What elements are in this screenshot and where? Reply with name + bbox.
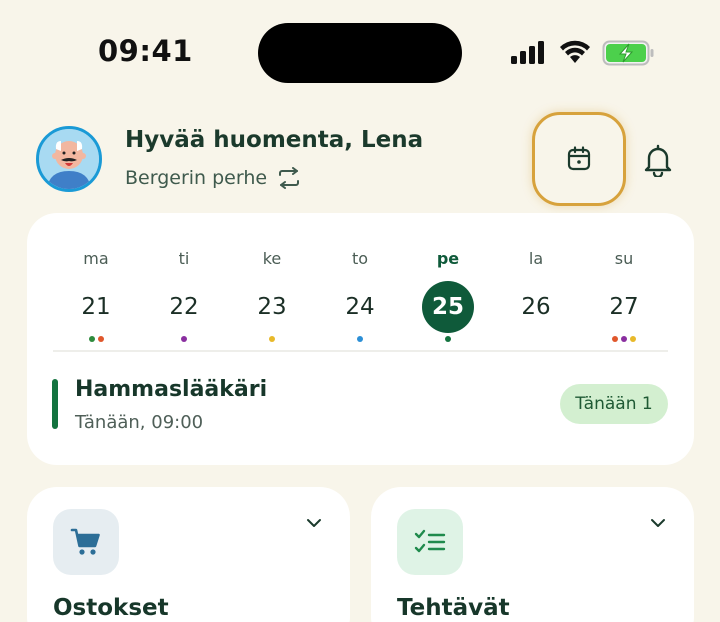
tasks-icon-box bbox=[397, 509, 463, 575]
event-dot bbox=[269, 336, 275, 342]
event-dots bbox=[242, 336, 302, 343]
day-name: pe bbox=[436, 249, 460, 268]
event-dot bbox=[357, 336, 363, 342]
event-dot bbox=[630, 336, 636, 342]
avatar[interactable] bbox=[36, 126, 102, 192]
bell-icon bbox=[644, 144, 672, 177]
checklist-icon bbox=[414, 529, 446, 553]
day-number: 23 bbox=[257, 294, 287, 320]
day-name: ma bbox=[83, 249, 109, 268]
family-name: Bergerin perhe bbox=[125, 167, 268, 189]
event-dot bbox=[445, 336, 451, 342]
greeting-title: Hyvää huomenta, Lena bbox=[125, 127, 424, 153]
day-name: ke bbox=[262, 249, 282, 268]
wifi-icon bbox=[560, 40, 590, 63]
event-color-bar bbox=[52, 379, 58, 429]
event-dot bbox=[621, 336, 627, 342]
day-name: to bbox=[351, 249, 369, 268]
event-dots bbox=[66, 336, 126, 343]
event-title: Hammaslääkäri bbox=[75, 377, 268, 402]
day-name: la bbox=[528, 249, 544, 268]
family-switcher[interactable]: Bergerin perhe bbox=[125, 167, 301, 189]
calendar-icon bbox=[567, 146, 591, 171]
event-dots bbox=[506, 336, 566, 343]
day-name: su bbox=[614, 249, 634, 268]
event-dots bbox=[594, 336, 654, 343]
tasks-tile[interactable]: Tehtävät bbox=[371, 487, 694, 622]
tile-title: Tehtävät bbox=[397, 595, 510, 621]
day-number: 27 bbox=[609, 294, 639, 320]
day-su[interactable]: su 27 bbox=[594, 249, 654, 343]
shopping-tile[interactable]: Ostokset bbox=[27, 487, 350, 622]
chevron-down-icon[interactable] bbox=[306, 517, 322, 529]
today-count-badge[interactable]: Tänään 1 bbox=[560, 384, 668, 424]
day-name: ti bbox=[178, 249, 190, 268]
day-number: 21 bbox=[81, 294, 111, 320]
swap-icon bbox=[279, 167, 300, 189]
chevron-down-icon[interactable] bbox=[650, 517, 666, 529]
status-time: 09:41 bbox=[98, 34, 193, 68]
notifications-button[interactable] bbox=[640, 140, 676, 180]
event-dots bbox=[418, 336, 478, 343]
day-ma[interactable]: ma 21 bbox=[66, 249, 126, 343]
event-dot bbox=[181, 336, 187, 342]
day-ti[interactable]: ti 22 bbox=[154, 249, 214, 343]
avatar-illustration bbox=[39, 129, 99, 189]
event-dot bbox=[612, 336, 618, 342]
day-number: 25 bbox=[422, 281, 474, 333]
day-ke[interactable]: ke 23 bbox=[242, 249, 302, 343]
divider bbox=[53, 350, 668, 352]
tile-title: Ostokset bbox=[53, 595, 169, 621]
signal-icon bbox=[511, 41, 544, 64]
dynamic-island bbox=[258, 23, 462, 83]
event-dots bbox=[154, 336, 214, 343]
event-time: Tänään, 09:00 bbox=[75, 412, 204, 433]
day-number: 26 bbox=[521, 294, 551, 320]
shopping-icon-box bbox=[53, 509, 119, 575]
day-number: 24 bbox=[345, 294, 375, 320]
battery-charging-icon bbox=[602, 40, 654, 66]
event-dots bbox=[330, 336, 390, 343]
event-dot bbox=[97, 336, 104, 342]
day-to[interactable]: to 24 bbox=[330, 249, 390, 343]
calendar-button[interactable] bbox=[532, 112, 626, 206]
day-pe-selected[interactable]: pe 25 bbox=[418, 249, 478, 343]
week-calendar-card: ma 21 ti 22 ke 23 to 24 pe 25 la 26 su 2… bbox=[27, 213, 694, 465]
shopping-cart-icon bbox=[70, 528, 100, 555]
day-la[interactable]: la 26 bbox=[506, 249, 566, 343]
day-number: 22 bbox=[169, 294, 199, 320]
event-dot bbox=[88, 336, 95, 342]
